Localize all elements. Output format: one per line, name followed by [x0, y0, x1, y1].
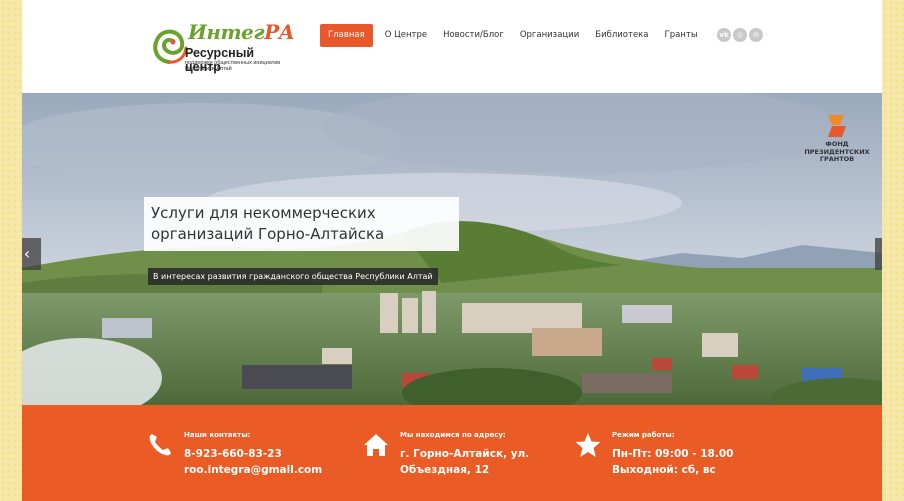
grants-fund-icon: [824, 113, 850, 139]
hero-subtitle: В интересах развития гражданского общест…: [148, 268, 438, 285]
address-line-1: г. Горно-Алтайск, ул.: [400, 448, 530, 460]
grants-fund-text: ФОНД ПРЕЗИДЕНТСКИХ ГРАНТОВ: [804, 140, 870, 163]
presidential-grants-fund-logo[interactable]: ФОНД ПРЕЗИДЕНТСКИХ ГРАНТОВ: [792, 113, 882, 183]
info-bar: Наши контакты: 8-923-660-83-23 roo.integ…: [22, 405, 882, 501]
page-frame: ИнтегРА Ресурсный центр поддержки общест…: [22, 0, 882, 501]
hours-weekdays: Пн-Пт: 09:00 - 18.00: [612, 448, 734, 460]
nav-item-grants[interactable]: Гранты: [657, 24, 706, 47]
address-line-2: Объездная, 12: [400, 464, 490, 476]
star-icon: [575, 433, 601, 457]
site-header: ИнтегРА Ресурсный центр поддержки общест…: [22, 0, 882, 93]
social-links: vk ◎ ✉: [717, 28, 763, 42]
nav-item-about[interactable]: О Центре: [377, 24, 435, 47]
hero-title: Услуги для некоммерческих организаций Го…: [144, 197, 459, 251]
slider-prev-button[interactable]: ‹: [22, 238, 41, 270]
nav-item-library[interactable]: Библиотека: [587, 24, 656, 47]
phone-icon: [149, 434, 171, 456]
hero-slider: ФОНД ПРЕЗИДЕНТСКИХ ГРАНТОВ Услуги для не…: [22, 93, 882, 405]
logo-swirl-icon: [153, 29, 188, 64]
hours-weekend: Выходной: сб, вс: [612, 464, 716, 476]
nav-item-news[interactable]: Новости/Блог: [435, 24, 512, 47]
contacts-label: Наши контакты:: [184, 431, 251, 439]
vk-icon[interactable]: vk: [717, 28, 731, 42]
nav-item-organizations[interactable]: Организации: [512, 24, 587, 47]
nav-item-home[interactable]: Главная: [320, 24, 373, 47]
slider-next-button[interactable]: ›: [875, 238, 882, 270]
address-label: Мы находимся по адресу:: [400, 431, 506, 439]
home-icon: [364, 434, 388, 456]
phone-number[interactable]: 8-923-660-83-23: [184, 448, 282, 460]
instagram-icon[interactable]: ◎: [733, 28, 747, 42]
site-logo[interactable]: ИнтегРА Ресурсный центр поддержки общест…: [150, 20, 295, 74]
email-address[interactable]: roo.integra@gmail.com: [184, 464, 322, 476]
logo-subtitle: поддержки общественных инициатив Республ…: [185, 60, 281, 72]
hours-label: Режим работы:: [612, 431, 675, 439]
email-icon[interactable]: ✉: [749, 28, 763, 42]
logo-script-text: ИнтегРА: [188, 20, 295, 44]
main-nav: Главная О Центре Новости/Блог Организаци…: [320, 24, 706, 47]
